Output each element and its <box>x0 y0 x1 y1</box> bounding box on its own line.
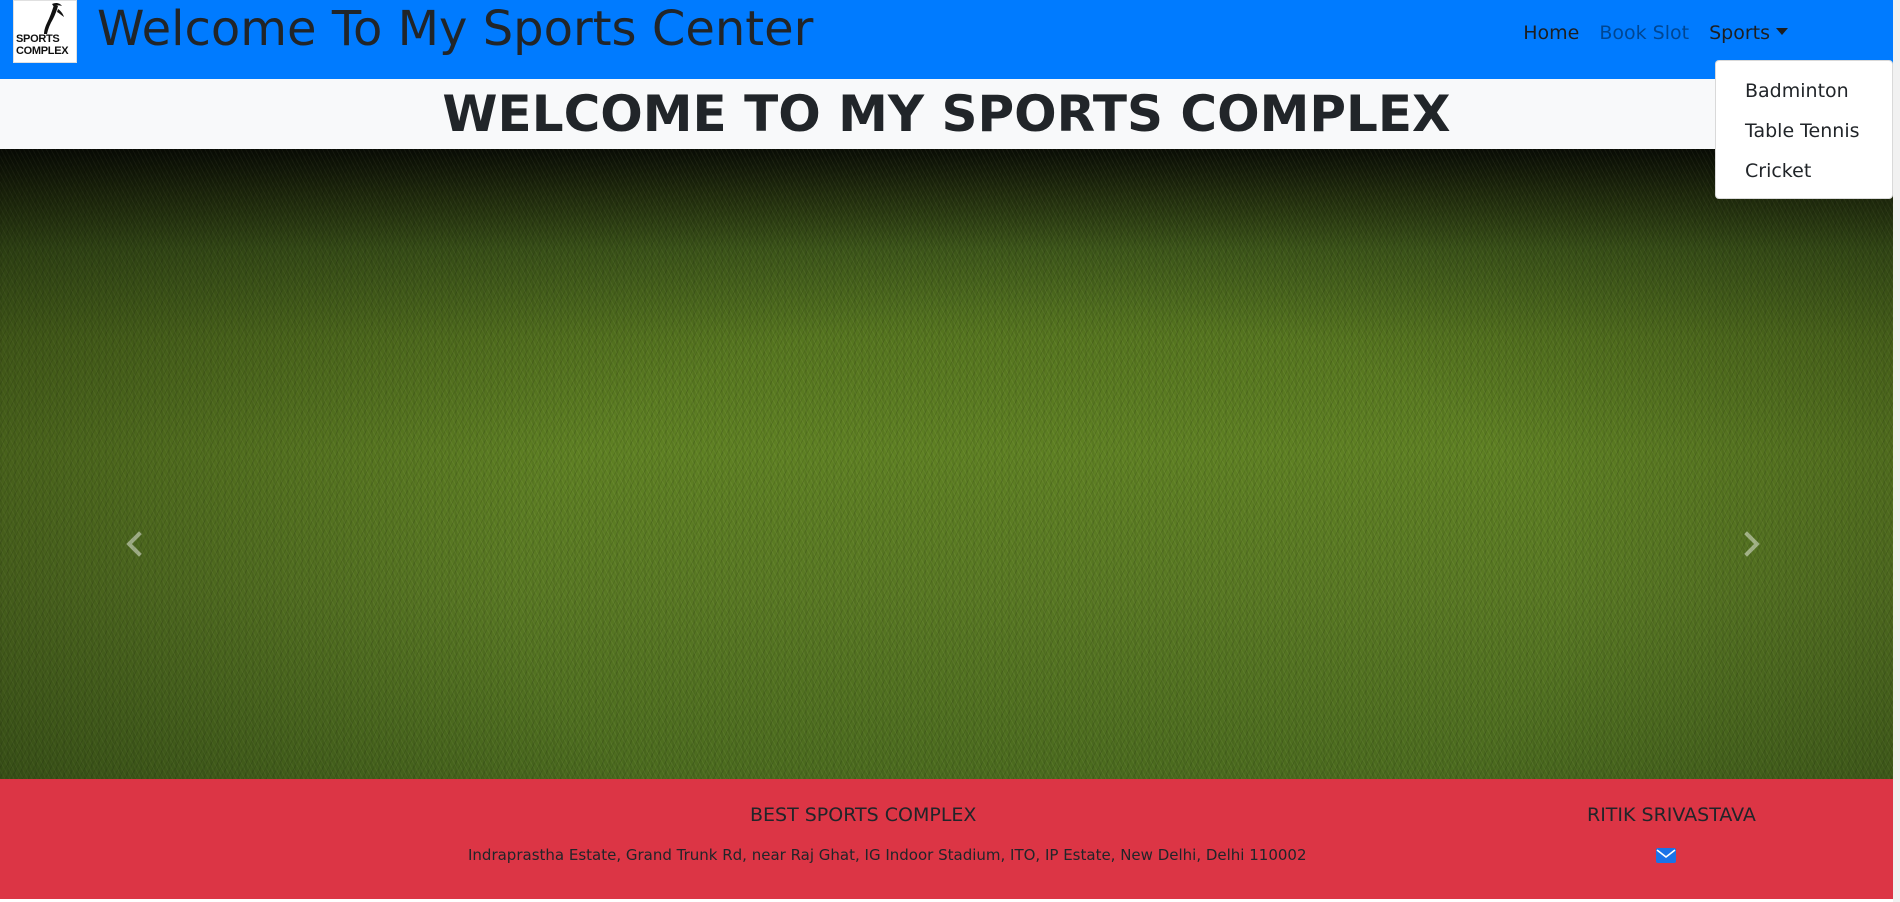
chevron-right-icon <box>1734 531 1760 557</box>
scrollbar-gutter <box>1893 0 1900 902</box>
sports-complex-logo[interactable]: SPORTS COMPLEX <box>13 0 77 63</box>
logo-text-line1: SPORTS <box>16 33 60 45</box>
logo-text: SPORTS COMPLEX <box>16 33 69 57</box>
logo-text-line2: COMPLEX <box>16 45 69 57</box>
nav-dropdown-sports-label: Sports <box>1709 22 1770 44</box>
footer-right-title: RITIK SRIVASTAVA <box>1587 804 1756 826</box>
envelope-icon[interactable] <box>1656 848 1676 863</box>
nav-link-book-slot[interactable]: Book Slot <box>1589 20 1699 46</box>
site-footer: BEST SPORTS COMPLEX Indraprastha Estate,… <box>0 779 1893 899</box>
site-title[interactable]: Welcome To My Sports Center <box>97 0 813 58</box>
welcome-heading-band: WELCOME TO MY SPORTS COMPLEX <box>0 79 1893 149</box>
carousel-prev-button[interactable] <box>116 524 156 564</box>
footer-address: Indraprastha Estate, Grand Trunk Rd, nea… <box>468 846 1307 864</box>
chevron-left-icon <box>126 531 152 557</box>
carousel-vignette <box>0 149 1893 779</box>
footer-left-title: BEST SPORTS COMPLEX <box>750 804 977 826</box>
nav-link-home[interactable]: Home <box>1513 20 1589 46</box>
top-navbar: SPORTS COMPLEX Welcome To My Sports Cent… <box>0 0 1893 79</box>
nav-links: Home Book Slot Sports <box>1513 20 1798 46</box>
dropdown-item-badminton[interactable]: Badminton <box>1716 71 1892 111</box>
sports-dropdown-menu: Badminton Table Tennis Cricket <box>1715 60 1893 199</box>
image-carousel <box>0 149 1893 779</box>
carousel-next-button[interactable] <box>1730 524 1770 564</box>
nav-dropdown-sports[interactable]: Sports <box>1699 20 1798 46</box>
caret-down-icon <box>1776 28 1788 35</box>
athlete-silhouette-icon <box>44 2 64 34</box>
page: SPORTS COMPLEX Welcome To My Sports Cent… <box>0 0 1900 902</box>
dropdown-item-cricket[interactable]: Cricket <box>1716 151 1892 191</box>
page-heading: WELCOME TO MY SPORTS COMPLEX <box>442 85 1451 143</box>
dropdown-item-table-tennis[interactable]: Table Tennis <box>1716 111 1892 151</box>
